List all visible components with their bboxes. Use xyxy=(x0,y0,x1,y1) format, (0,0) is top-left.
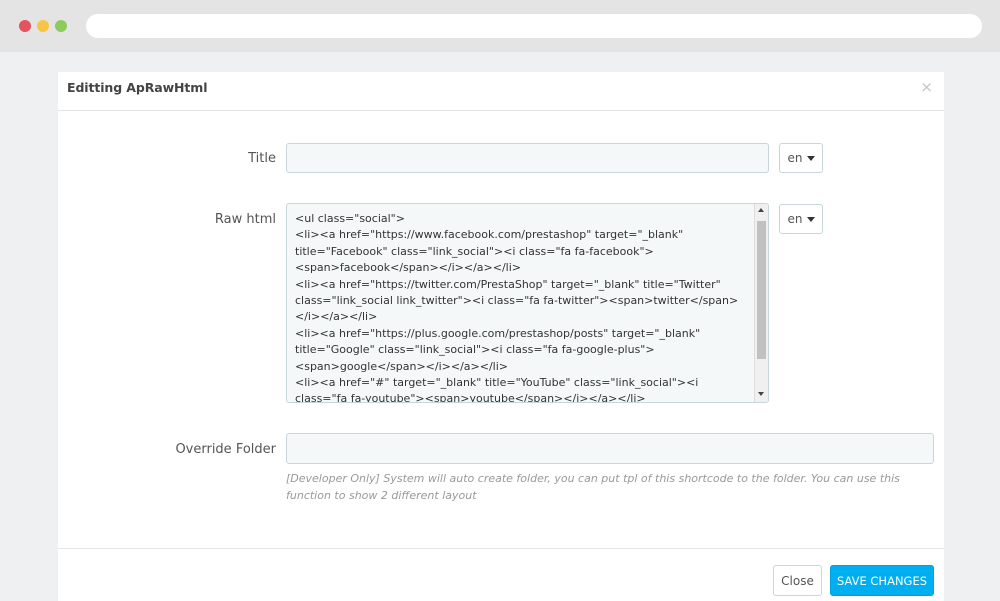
modal-header: Editting ApRawHtml × xyxy=(58,72,944,111)
scroll-up-arrow-icon[interactable] xyxy=(758,208,764,212)
browser-chrome xyxy=(0,0,1000,52)
caret-down-icon xyxy=(806,216,815,222)
window-minimize-dot[interactable] xyxy=(37,20,49,32)
scrollbar-thumb[interactable] xyxy=(757,221,766,359)
textarea-scrollbar[interactable] xyxy=(754,204,768,402)
raw-html-content: <ul class="social"> <li><a href="https:/… xyxy=(295,212,739,403)
title-label: Title xyxy=(248,151,276,166)
save-changes-button[interactable]: SAVE CHANGES xyxy=(830,565,934,596)
raw-html-textarea[interactable]: <ul class="social"> <li><a href="https:/… xyxy=(286,203,769,403)
override-folder-help-text: [Developer Only] System will auto create… xyxy=(286,472,900,502)
close-button[interactable]: Close xyxy=(773,565,822,596)
title-language-label: en xyxy=(787,151,803,165)
modal-footer: Close SAVE CHANGES xyxy=(58,548,944,601)
edit-modal: Editting ApRawHtml × Title en Raw html <… xyxy=(58,72,944,601)
scroll-down-arrow-icon[interactable] xyxy=(758,392,764,396)
override-folder-label: Override Folder xyxy=(175,442,276,457)
raw-html-language-dropdown[interactable]: en xyxy=(779,204,823,234)
close-icon[interactable]: × xyxy=(920,78,933,96)
modal-title: Editting ApRawHtml xyxy=(67,80,208,95)
raw-html-label: Raw html xyxy=(214,212,276,227)
raw-html-language-label: en xyxy=(787,212,803,226)
caret-down-icon xyxy=(806,155,815,161)
window-maximize-dot[interactable] xyxy=(55,20,67,32)
window-close-dot[interactable] xyxy=(19,20,31,32)
title-input[interactable] xyxy=(286,143,769,173)
address-bar[interactable] xyxy=(86,14,982,38)
title-language-dropdown[interactable]: en xyxy=(779,143,823,173)
override-folder-input[interactable] xyxy=(286,433,934,464)
